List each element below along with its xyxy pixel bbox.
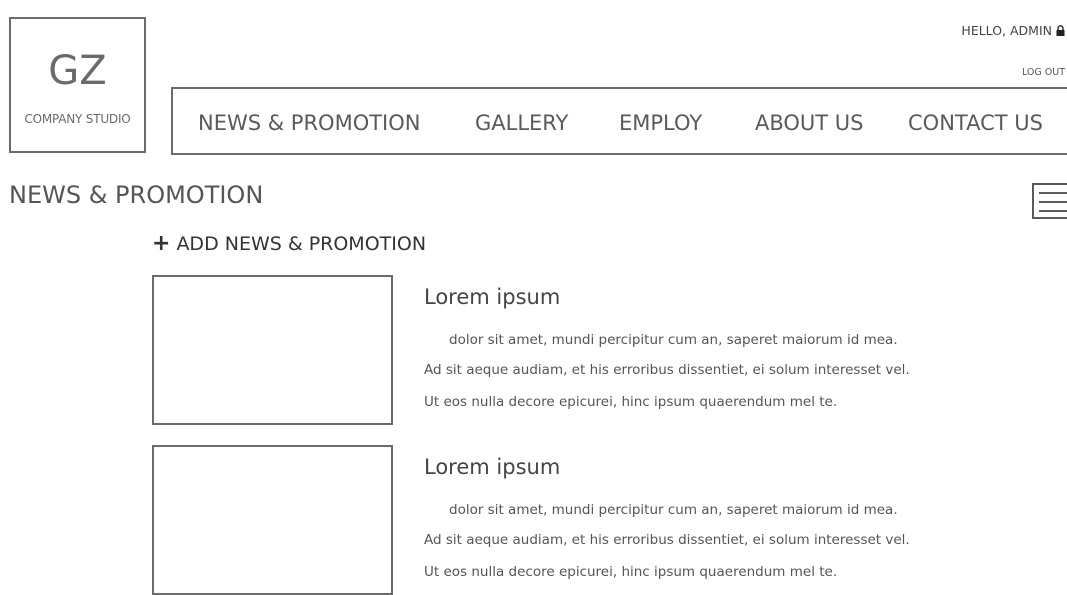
nav-item-news-promotion[interactable]: NEWS & PROMOTION	[198, 110, 421, 136]
logout-link[interactable]: LOG OUT	[1022, 67, 1065, 78]
greeting-text: HELLO, ADMIN	[961, 23, 1052, 38]
post-body-line: dolor sit amet, mundi percipitur cum an,…	[449, 502, 898, 518]
company-logo[interactable]: GZ COMPANY STUDIO	[9, 17, 146, 153]
post-body-line: Ad sit aeque audiam, et his erroribus di…	[424, 362, 910, 378]
nav-item-about-us[interactable]: ABOUT US	[755, 110, 864, 136]
post-body-line: Ut eos nulla decore epicurei, hinc ipsum…	[424, 564, 838, 580]
hamburger-menu-icon[interactable]	[1032, 183, 1067, 219]
post-title[interactable]: Lorem ipsum	[424, 284, 560, 310]
plus-icon: +	[152, 231, 171, 256]
post-image-placeholder[interactable]	[152, 275, 393, 425]
nav-item-gallery[interactable]: GALLERY	[475, 110, 568, 136]
lock-icon	[1056, 24, 1065, 39]
page-title: NEWS & PROMOTION	[9, 181, 264, 209]
main-nav: NEWS & PROMOTION GALLERY EMPLOY ABOUT US…	[171, 87, 1067, 155]
nav-item-employ[interactable]: EMPLOY	[619, 110, 702, 136]
post-body-line: Ut eos nulla decore epicurei, hinc ipsum…	[424, 394, 838, 410]
post-body-line: Ad sit aeque audiam, et his erroribus di…	[424, 532, 910, 548]
add-button-label: ADD NEWS & PROMOTION	[176, 233, 427, 255]
logo-mark: GZ	[48, 48, 107, 94]
post-body-line: dolor sit amet, mundi percipitur cum an,…	[449, 332, 898, 348]
user-greeting: HELLO, ADMIN	[961, 23, 1065, 39]
post-image-placeholder[interactable]	[152, 445, 393, 595]
add-news-promotion-button[interactable]: + ADD NEWS & PROMOTION	[152, 232, 426, 256]
post-title[interactable]: Lorem ipsum	[424, 454, 560, 480]
logo-subtitle: COMPANY STUDIO	[24, 112, 131, 126]
nav-item-contact-us[interactable]: CONTACT US	[908, 110, 1043, 136]
